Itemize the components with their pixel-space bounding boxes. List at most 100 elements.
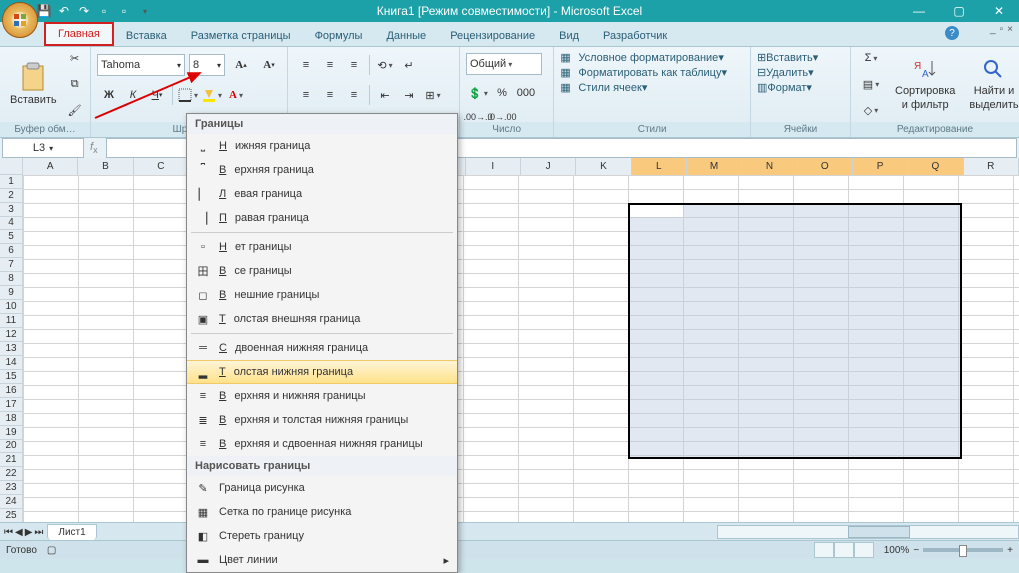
cell-styles-button[interactable]: ▦Стили ячеек ▾ bbox=[560, 81, 744, 94]
minimize-button[interactable]: — bbox=[899, 0, 939, 22]
paste-button[interactable]: Вставить bbox=[6, 60, 61, 108]
qat-icon[interactable]: ▫ bbox=[96, 3, 112, 19]
col-header[interactable]: O bbox=[798, 158, 853, 175]
indent-inc-icon[interactable]: ⇥ bbox=[397, 83, 421, 107]
row-header[interactable]: 2 bbox=[0, 189, 22, 203]
close-button[interactable]: ✕ bbox=[979, 0, 1019, 22]
border-menu-item[interactable]: ◻Внешние границы bbox=[187, 283, 457, 307]
border-menu-item[interactable]: ≣Верхняя и толстая нижняя границы bbox=[187, 408, 457, 432]
format-painter-icon[interactable]: 🖌 bbox=[63, 98, 87, 122]
font-size-combo[interactable]: 8▾ bbox=[189, 54, 225, 76]
align-middle-icon[interactable]: ≡ bbox=[318, 53, 342, 77]
draw-border-item[interactable]: ✎Граница рисунка bbox=[187, 476, 457, 500]
row-header[interactable]: 17 bbox=[0, 398, 22, 412]
tab-view[interactable]: Вид bbox=[547, 26, 591, 46]
sheet-tab[interactable]: Лист1 bbox=[47, 524, 96, 540]
save-icon[interactable]: 💾 bbox=[36, 3, 52, 19]
row-header[interactable]: 16 bbox=[0, 384, 22, 398]
row-header[interactable]: 19 bbox=[0, 426, 22, 440]
row-header[interactable]: 23 bbox=[0, 481, 22, 495]
percent-icon[interactable]: % bbox=[490, 81, 514, 105]
orientation-icon[interactable]: ⟲ bbox=[373, 53, 397, 77]
office-button[interactable] bbox=[2, 2, 38, 38]
draw-border-item[interactable]: ◧Стереть границу bbox=[187, 524, 457, 548]
col-header[interactable]: P bbox=[853, 158, 908, 175]
tab-data[interactable]: Данные bbox=[374, 26, 438, 46]
number-format-combo[interactable]: Общий bbox=[466, 53, 542, 75]
worksheet[interactable]: 1234567891011121314151617181920212223242… bbox=[0, 158, 1019, 523]
view-normal-icon[interactable] bbox=[814, 542, 834, 558]
border-menu-item[interactable]: ▣Толстая внешняя граница bbox=[187, 307, 457, 331]
delete-cells-button[interactable]: ⊟ Удалить ▾ bbox=[757, 66, 844, 79]
comma-icon[interactable]: 000 bbox=[514, 81, 538, 105]
copy-icon[interactable]: ⧉ bbox=[63, 72, 87, 96]
fill-color-button[interactable] bbox=[200, 83, 224, 107]
row-header[interactable]: 24 bbox=[0, 495, 22, 509]
col-header[interactable]: J bbox=[521, 158, 576, 175]
align-right-icon[interactable]: ≡ bbox=[342, 83, 366, 107]
mdi-min[interactable]: _ bbox=[990, 24, 996, 35]
currency-icon[interactable]: 💲 bbox=[466, 81, 490, 105]
mdi-restore[interactable]: ▫ bbox=[1000, 24, 1004, 35]
cond-format-button[interactable]: ▦Условное форматирование ▾ bbox=[560, 51, 744, 64]
format-cells-button[interactable]: ▥ Формат ▾ bbox=[757, 81, 844, 94]
macro-rec-icon[interactable]: ▢ bbox=[47, 545, 56, 556]
row-header[interactable]: 22 bbox=[0, 467, 22, 481]
fill-icon[interactable]: ▤ bbox=[859, 72, 883, 96]
zoom-out-button[interactable]: − bbox=[913, 545, 919, 556]
border-menu-item[interactable]: ≡Верхняя и нижняя границы bbox=[187, 384, 457, 408]
zoom-level[interactable]: 100% bbox=[884, 545, 910, 556]
row-header[interactable]: 14 bbox=[0, 356, 22, 370]
row-header[interactable]: 18 bbox=[0, 412, 22, 426]
col-header[interactable]: A bbox=[23, 158, 78, 175]
qat-icon[interactable]: ▫ bbox=[116, 3, 132, 19]
align-center-icon[interactable]: ≡ bbox=[318, 83, 342, 107]
row-header[interactable]: 9 bbox=[0, 286, 22, 300]
italic-button[interactable]: К bbox=[121, 83, 145, 107]
shrink-font-icon[interactable]: A▾ bbox=[257, 53, 281, 77]
align-top-icon[interactable]: ≡ bbox=[294, 53, 318, 77]
col-header[interactable]: I bbox=[466, 158, 521, 175]
qat-more-icon[interactable] bbox=[136, 3, 152, 19]
col-header[interactable]: C bbox=[134, 158, 189, 175]
underline-button[interactable]: Ч▾ bbox=[145, 83, 169, 107]
wrap-text-icon[interactable]: ↵ bbox=[397, 53, 421, 77]
zoom-in-button[interactable]: + bbox=[1007, 545, 1013, 556]
border-menu-item[interactable]: ═Сдвоенная нижняя граница bbox=[187, 336, 457, 360]
sheet-nav-last[interactable]: ⏭ bbox=[34, 527, 43, 538]
help-icon[interactable]: ? bbox=[945, 26, 959, 40]
maximize-button[interactable]: ▢ bbox=[939, 0, 979, 22]
format-table-button[interactable]: ▦Форматировать как таблицу ▾ bbox=[560, 66, 744, 79]
border-menu-item[interactable]: 田Все границы bbox=[187, 259, 457, 283]
row-header[interactable]: 15 bbox=[0, 370, 22, 384]
row-header[interactable]: 10 bbox=[0, 300, 22, 314]
row-header[interactable]: 6 bbox=[0, 244, 22, 258]
fx-icon[interactable]: fx bbox=[90, 141, 98, 155]
insert-cells-button[interactable]: ⊞ Вставить ▾ bbox=[757, 51, 844, 64]
font-name-combo[interactable]: Tahoma▾ bbox=[97, 54, 185, 76]
sheet-nav-next[interactable]: ▶ bbox=[25, 527, 33, 538]
grow-font-icon[interactable]: A▴ bbox=[229, 53, 253, 77]
row-header[interactable]: 12 bbox=[0, 328, 22, 342]
row-header[interactable]: 11 bbox=[0, 314, 22, 328]
border-menu-item[interactable]: ▏Левая граница bbox=[187, 182, 457, 206]
row-header[interactable]: 7 bbox=[0, 258, 22, 272]
border-menu-item[interactable]: ▂Толстая нижняя граница bbox=[187, 360, 457, 384]
name-box[interactable]: L3▾ bbox=[2, 138, 84, 158]
col-header[interactable]: N bbox=[742, 158, 797, 175]
row-header[interactable]: 21 bbox=[0, 453, 22, 467]
h-scrollbar[interactable] bbox=[717, 525, 1019, 539]
cut-icon[interactable]: ✂ bbox=[63, 46, 87, 70]
col-header[interactable]: K bbox=[576, 158, 631, 175]
row-header[interactable]: 4 bbox=[0, 217, 22, 231]
border-menu-item[interactable]: ▫Нет границы bbox=[187, 235, 457, 259]
merge-button[interactable]: ⊞ bbox=[421, 83, 445, 107]
row-header[interactable]: 3 bbox=[0, 203, 22, 217]
col-header[interactable]: L bbox=[632, 158, 687, 175]
col-header[interactable]: R bbox=[964, 158, 1019, 175]
row-headers[interactable]: 1234567891011121314151617181920212223242… bbox=[0, 158, 23, 523]
row-header[interactable]: 8 bbox=[0, 272, 22, 286]
draw-border-item[interactable]: ▬Цвет линии ▸ bbox=[187, 548, 457, 572]
align-bottom-icon[interactable]: ≡ bbox=[342, 53, 366, 77]
border-menu-item[interactable]: ⎴Верхняя граница bbox=[187, 158, 457, 182]
